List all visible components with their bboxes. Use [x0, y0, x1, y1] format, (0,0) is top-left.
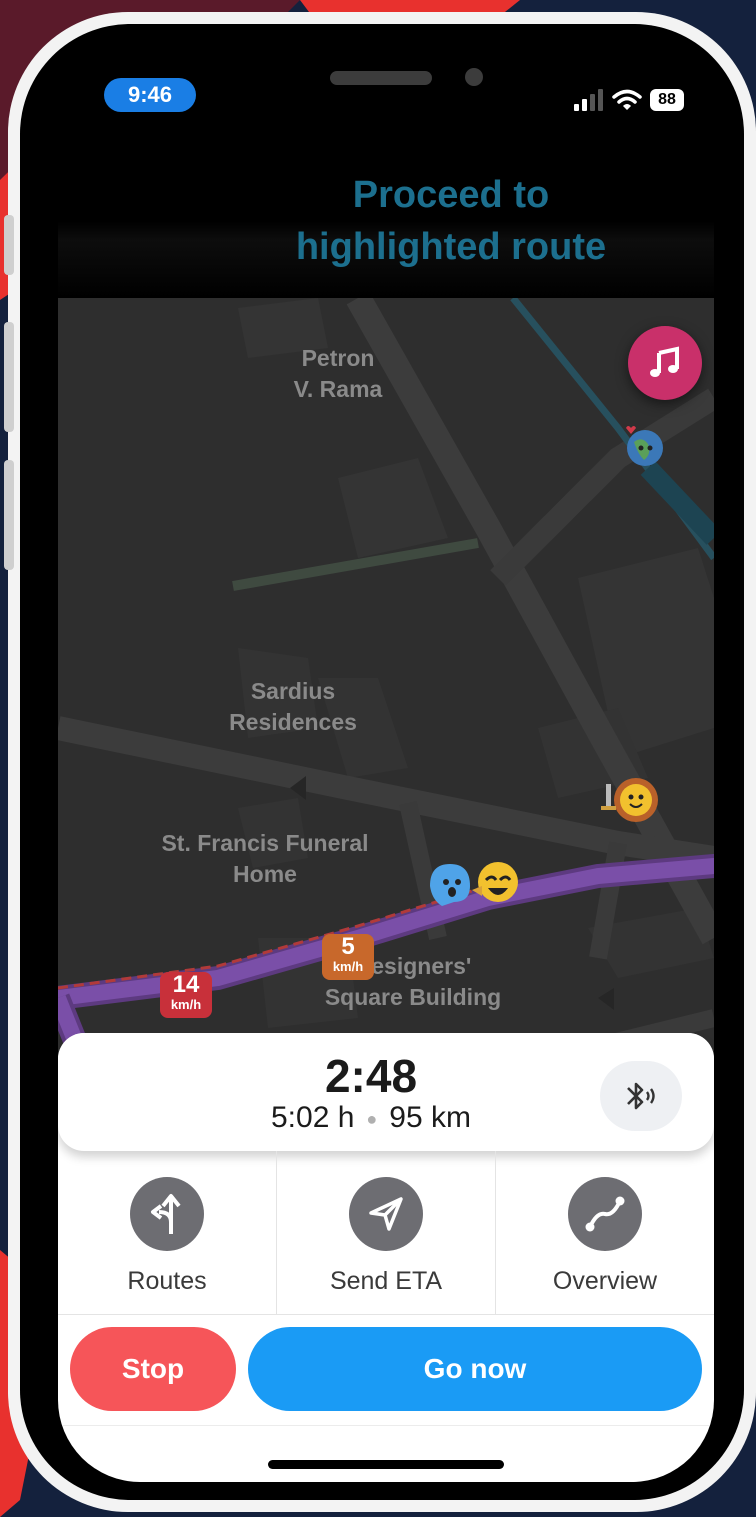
speed-limit-sign[interactable]: 14 km/h — [160, 972, 212, 1018]
speaker-grille — [330, 71, 432, 85]
separator-dot: ● — [366, 1108, 378, 1129]
front-camera — [465, 68, 483, 86]
status-time[interactable]: 9:46 — [104, 78, 196, 112]
poi-label[interactable]: Sardius Residences — [203, 676, 383, 738]
overview-icon — [568, 1177, 642, 1251]
wazer-self-icon[interactable] — [426, 858, 526, 914]
bluetooth-audio-button[interactable] — [600, 1061, 682, 1131]
eta-duration: 5:02 h — [271, 1101, 355, 1134]
music-button[interactable] — [628, 326, 702, 400]
send-eta-button[interactable]: Send ETA — [277, 1151, 496, 1314]
signal-icon — [574, 89, 603, 111]
side-button-action — [4, 215, 14, 275]
battery-indicator: 88 — [650, 89, 684, 111]
wazer-earth-icon[interactable] — [618, 420, 668, 470]
status-icons: 88 — [574, 86, 684, 114]
routes-button[interactable]: Routes — [58, 1151, 277, 1314]
bluetooth-icon — [627, 1082, 655, 1110]
action-row: Routes Send ETA Overview — [58, 1151, 714, 1314]
eta-distance: 95 km — [389, 1101, 471, 1134]
home-indicator[interactable] — [268, 1460, 504, 1469]
instruction-line-2: highlighted route — [295, 226, 607, 268]
divider — [58, 1314, 714, 1315]
overview-label: Overview — [552, 1267, 658, 1295]
routes-label: Routes — [127, 1267, 207, 1295]
overview-button[interactable]: Overview — [496, 1151, 714, 1314]
bottom-sheet: 2:48 5:02 h ● 95 km Routes Send ETA Over… — [58, 1033, 714, 1482]
stop-button[interactable]: Stop — [70, 1327, 236, 1411]
poi-label[interactable]: St. Francis Funeral Home — [138, 828, 392, 890]
send-eta-label: Send ETA — [329, 1267, 443, 1295]
divider — [58, 1425, 714, 1426]
phone-screen: 9:46 88 Proceed to highlighted route Pet… — [58, 58, 714, 1482]
speed-limit-sign[interactable]: 5 km/h — [322, 934, 374, 980]
side-button-volume-down — [4, 460, 14, 570]
send-icon — [349, 1177, 423, 1251]
instruction-line-1: Proceed to — [352, 174, 550, 216]
music-note-icon — [650, 346, 679, 377]
poi-label[interactable]: Petron V. Rama — [258, 343, 418, 405]
eta-card[interactable]: 2:48 5:02 h ● 95 km — [58, 1033, 714, 1151]
go-now-button[interactable]: Go now — [248, 1327, 702, 1411]
side-button-volume-up — [4, 322, 14, 432]
instruction-banner: Proceed to highlighted route — [58, 170, 714, 298]
map-view[interactable]: Petron V. Rama Sardius Residences St. Fr… — [58, 298, 714, 1098]
wifi-icon — [612, 89, 642, 110]
routes-icon — [130, 1177, 204, 1251]
wazer-sun-icon[interactable] — [598, 772, 662, 826]
